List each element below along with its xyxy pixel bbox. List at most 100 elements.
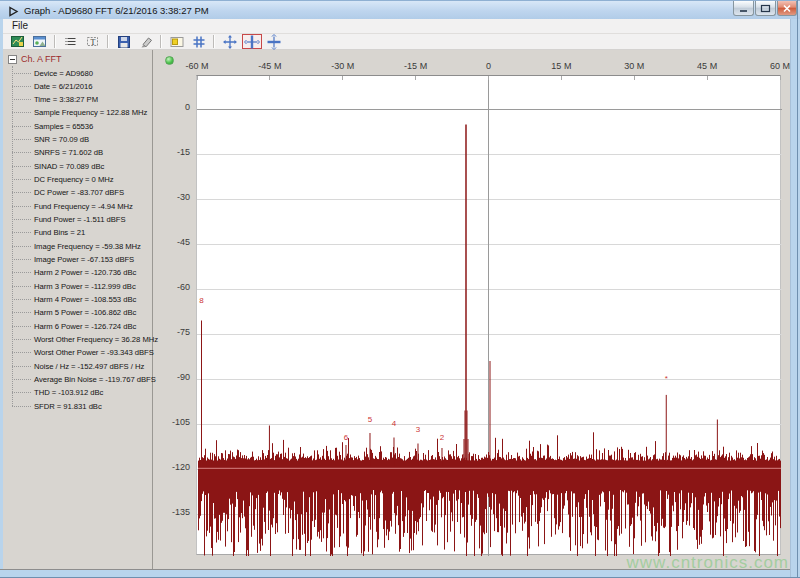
- tree-item-label: Fund Bins = 21: [34, 226, 85, 239]
- title-bar: Graph - AD9680 FFT 6/21/2016 3:38:27 PM: [0, 0, 800, 19]
- save-button[interactable]: [114, 34, 134, 49]
- fft-results-tree: Ch. A FFT Device = AD9680Date = 6/21/201…: [3, 50, 153, 569]
- tree-connector-stub: [12, 379, 31, 380]
- tree-connector-stub: [12, 166, 31, 167]
- tree-item-label: SINAD = 70.089 dBc: [34, 160, 104, 173]
- tree-item-label: DC Power = -83.707 dBFS: [34, 186, 124, 199]
- tree-connector-stub: [12, 232, 31, 233]
- graph-export-button[interactable]: [30, 34, 50, 49]
- color-box-icon: [169, 34, 185, 50]
- tree-connector-stub: [12, 259, 31, 260]
- tree-item-label: Fund Frequency = -4.94 MHz: [34, 200, 133, 213]
- tree-item-label: Noise / Hz = -152.497 dBFS / Hz: [34, 360, 144, 373]
- toolbar-separator: [107, 35, 109, 48]
- toolbar-separator: [54, 35, 56, 48]
- tree-item-label: SNRFS = 71.602 dB: [34, 146, 103, 159]
- tree-connector-stub: [12, 152, 31, 153]
- tree-item-label: Harm 5 Power = -106.862 dBc: [34, 306, 136, 319]
- close-button[interactable]: [777, 1, 797, 16]
- save-icon: [116, 34, 132, 50]
- autoscale-both-icon: [222, 34, 238, 50]
- tree-item-label: SFDR = 91.831 dBc: [34, 400, 102, 413]
- status-led-icon: [165, 56, 174, 65]
- y-tick-label: -45: [156, 237, 190, 247]
- graph-palette-icon: [10, 34, 26, 50]
- tree-connector-stub: [12, 192, 31, 193]
- svg-text:2: 2: [440, 433, 445, 442]
- toolbar-separator: [213, 35, 215, 48]
- svg-text:5: 5: [368, 415, 373, 424]
- autoscale-both-button[interactable]: [220, 34, 240, 49]
- tree-item-label: Image Power = -67.153 dBFS: [34, 253, 134, 266]
- y-tick-label: -120: [156, 462, 190, 472]
- graph-palette-button[interactable]: [8, 34, 28, 49]
- tree-item-label: Harm 2 Power = -120.736 dBc: [34, 266, 136, 279]
- fft-plot[interactable]: 865432*: [196, 75, 781, 555]
- toolbar-separator: [160, 35, 162, 48]
- tree-item-label: Device = AD9680: [34, 67, 93, 80]
- tree-item-label: Fund Power = -1.511 dBFS: [34, 213, 126, 226]
- tree-item-label: Harm 4 Power = -108.553 dBc: [34, 293, 136, 306]
- tree-root-label: Ch. A FFT: [21, 53, 62, 66]
- x-tick-label: -45 M: [258, 61, 281, 71]
- svg-text:*: *: [665, 374, 668, 383]
- tree-item-label: Harm 3 Power = -112.999 dBc: [34, 280, 136, 293]
- tree-item-label: THD = -103.912 dBc: [34, 386, 103, 399]
- y-tick-label: -90: [156, 372, 190, 382]
- tree-connector-line: [12, 66, 13, 406]
- tree-connector-stub: [12, 326, 31, 327]
- y-tick-label: -60: [156, 282, 190, 292]
- menu-bar: File: [3, 19, 790, 33]
- x-tick-label: 45 M: [697, 61, 717, 71]
- cursor-text-icon: T: [85, 34, 101, 50]
- tree-connector-stub: [12, 219, 31, 220]
- tree-connector-stub: [12, 206, 31, 207]
- tree-item-label: Time = 3:38:27 PM: [34, 93, 98, 106]
- tree-connector-stub: [12, 352, 31, 353]
- tree-connector-stub: [12, 126, 31, 127]
- tree-connector-stub: [12, 179, 31, 180]
- cursor-text-button[interactable]: T: [83, 34, 103, 49]
- tree-connector-stub: [12, 246, 31, 247]
- tree-item-label: Sample Frequency = 122.88 MHz: [34, 106, 147, 119]
- tree-connector-stub: [12, 272, 31, 273]
- x-tick-label: 15 M: [551, 61, 571, 71]
- y-tick-label: -105: [156, 417, 190, 427]
- copy-graph-button[interactable]: [136, 34, 156, 49]
- list-view-icon: [63, 34, 79, 50]
- tree-connector-stub: [12, 73, 31, 74]
- tree-connector-stub: [12, 406, 31, 407]
- tree-connector-stub: [12, 312, 31, 313]
- tree-item-label: SNR = 70.09 dB: [34, 133, 89, 146]
- tree-item-label: Date = 6/21/2016: [34, 80, 92, 93]
- autoscale-y-button[interactable]: [242, 34, 262, 49]
- autoscale-x-button[interactable]: [264, 34, 284, 49]
- grid-toggle-button[interactable]: [189, 34, 209, 49]
- x-tick-label: -15 M: [404, 61, 427, 71]
- tree-item-label: Worst Other Power = -93.343 dBFS: [34, 346, 154, 359]
- tree-item-label: Harm 6 Power = -126.724 dBc: [34, 320, 136, 333]
- maximize-button[interactable]: [755, 1, 776, 16]
- tree-connector-stub: [12, 139, 31, 140]
- tree-connector-stub: [12, 366, 31, 367]
- plot-panel: -60 M-45 M-30 M-15 M015 M30 M45 M60 M 0-…: [154, 50, 790, 569]
- color-box-button[interactable]: [167, 34, 187, 49]
- collapse-icon[interactable]: [8, 55, 17, 64]
- y-tick-label: -75: [156, 327, 190, 337]
- app-icon: [7, 4, 20, 17]
- tree-connector-stub: [12, 286, 31, 287]
- tree-connector-stub: [12, 99, 31, 100]
- svg-text:4: 4: [392, 419, 397, 428]
- list-view-button[interactable]: [61, 34, 81, 49]
- tree-item-label: Worst Other Frequency = 36.28 MHz: [34, 333, 158, 346]
- tree-item-label: Image Frequency = -59.38 MHz: [34, 240, 141, 253]
- tree-item-label: DC Frequency = 0 MHz: [34, 173, 114, 186]
- menu-file[interactable]: File: [8, 20, 32, 31]
- autoscale-y-icon: [244, 34, 260, 50]
- svg-text:T: T: [91, 38, 96, 47]
- x-tick-label: -30 M: [331, 61, 354, 71]
- x-tick-label: -60 M: [185, 61, 208, 71]
- toolbar: T: [3, 33, 790, 50]
- minimize-button[interactable]: [733, 1, 754, 16]
- autoscale-x-icon: [266, 34, 282, 50]
